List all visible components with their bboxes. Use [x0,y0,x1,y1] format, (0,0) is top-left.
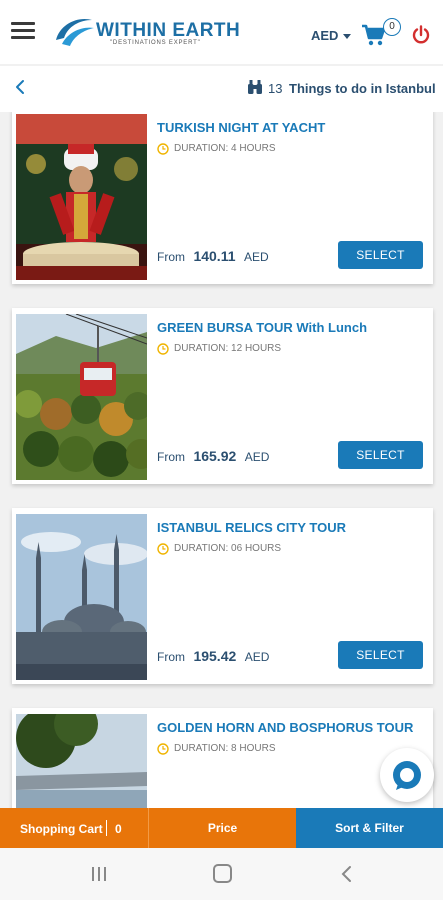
chevron-down-icon [343,34,352,40]
tour-duration: DURATION: 06 HOURS [174,543,282,554]
top-app-bar: WITHIN EARTH "DESTINATIONS EXPERT" AED 0 [0,0,443,64]
price-from-label: From [157,650,185,664]
things-count: 13 [268,81,283,96]
power-icon[interactable] [411,25,431,45]
select-button[interactable]: SELECT [338,441,423,469]
price-currency: AED [244,650,270,664]
price-currency: AED [243,250,269,264]
binoculars-icon [248,80,262,94]
select-button[interactable]: SELECT [338,241,423,269]
brand-name: WITHIN EARTH [96,20,241,41]
select-button[interactable]: SELECT [338,641,423,669]
tour-duration: DURATION: 12 HOURS [174,343,282,354]
tour-title[interactable]: GREEN BURSA TOUR With Lunch [157,320,367,335]
clock-icon [157,143,169,155]
clock-icon [157,543,169,555]
tour-price: From 195.42 AED [157,648,269,666]
back-arrow-icon[interactable] [12,78,28,96]
home-icon[interactable] [213,864,232,883]
tour-card[interactable]: ISTANBUL RELICS CITY TOUR DURATION: 06 H… [12,508,433,684]
price-value: 195.42 [193,648,237,664]
tour-card[interactable]: TURKISH NIGHT AT YACHT DURATION: 4 HOURS… [12,112,433,284]
tour-title[interactable]: TURKISH NIGHT AT YACHT [157,120,325,135]
chat-icon [393,761,421,790]
divider [106,820,107,836]
brand-logo[interactable]: WITHIN EARTH "DESTINATIONS EXPERT" [52,12,240,52]
tour-duration: DURATION: 8 HOURS [174,743,276,754]
currency-selector[interactable]: AED [311,28,352,43]
shopping-cart-button[interactable]: Shopping Cart 0 [0,808,148,848]
price-from-label: From [157,450,185,464]
tour-price: From 165.92 AED [157,448,269,466]
tour-price: From 140.11 AED [157,248,269,266]
cart-count-badge: 0 [383,18,401,36]
tour-list[interactable]: TURKISH NIGHT AT YACHT DURATION: 4 HOURS… [0,112,443,808]
hamburger-menu-icon[interactable] [11,22,35,40]
things-to-do-label: Things to do in Istanbul [289,81,436,96]
sub-header: 13 Things to do in Istanbul [0,66,443,112]
clock-icon [157,343,169,355]
system-nav-bar [0,848,443,900]
shopping-cart-label: Shopping Cart [20,822,103,836]
clock-icon [157,743,169,755]
price-currency: AED [244,450,270,464]
tour-image-istanbul-relics[interactable] [16,514,147,680]
price-value: 140.11 [193,248,236,264]
tour-image-golden-horn[interactable] [16,714,147,808]
currency-label: AED [311,28,339,43]
tour-title[interactable]: GOLDEN HORN AND BOSPHORUS TOUR [157,720,413,735]
logo-swoosh-icon [56,18,94,46]
tour-title[interactable]: ISTANBUL RELICS CITY TOUR [157,520,346,535]
tour-image-green-bursa[interactable] [16,314,147,480]
bottom-action-bar: Shopping Cart 0 Price Sort & Filter [0,808,443,848]
cart-icon[interactable] [361,24,385,46]
brand-tagline: "DESTINATIONS EXPERT" [110,40,201,46]
shopping-cart-count: 0 [115,822,122,836]
sort-filter-button[interactable]: Sort & Filter [296,808,443,848]
tour-card[interactable]: GOLDEN HORN AND BOSPHORUS TOUR DURATION:… [12,708,433,808]
tour-duration: DURATION: 4 HOURS [174,143,276,154]
system-back-icon[interactable] [340,865,354,883]
price-from-label: From [157,250,185,264]
tour-image-turkish-night[interactable] [16,114,147,280]
recent-apps-icon[interactable] [90,866,108,882]
chat-button[interactable] [380,748,434,802]
price-sort-button[interactable]: Price [148,808,296,848]
tour-card[interactable]: GREEN BURSA TOUR With Lunch DURATION: 12… [12,308,433,484]
price-value: 165.92 [193,448,237,464]
